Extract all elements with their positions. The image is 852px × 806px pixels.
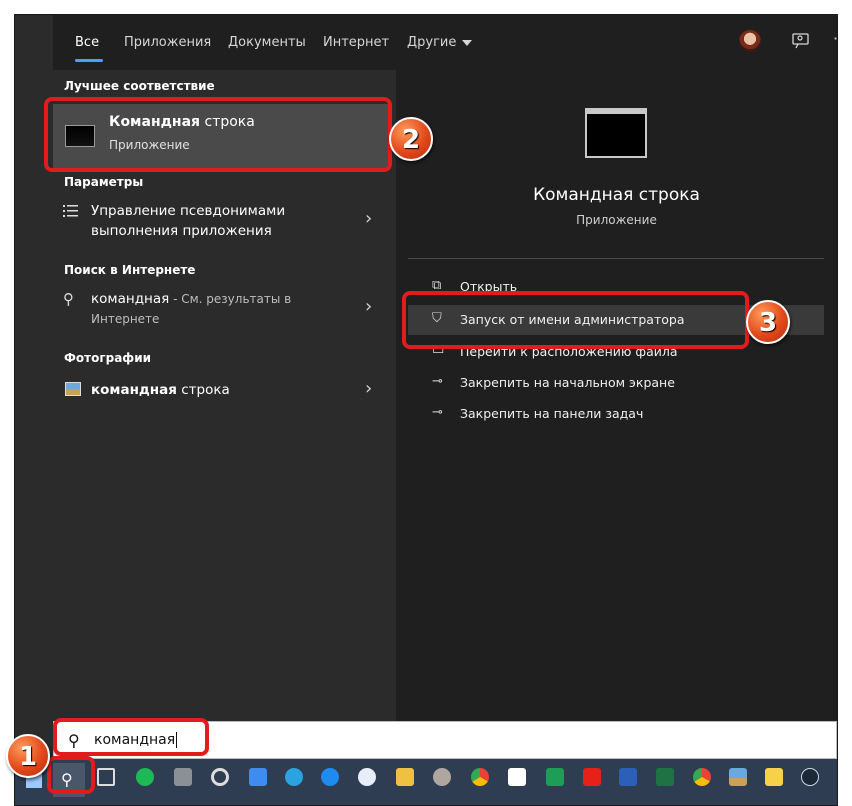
- youtube-icon[interactable]: [583, 768, 601, 786]
- chevron-right-icon[interactable]: ›: [365, 208, 372, 229]
- command-prompt-large-icon: [585, 108, 647, 158]
- task-view-icon[interactable]: [97, 768, 115, 786]
- chrome-icon[interactable]: [471, 768, 489, 786]
- photos-item-label: командная строка: [91, 382, 230, 398]
- divider: [408, 258, 824, 259]
- annotation-box-run-as-admin: [402, 291, 749, 349]
- photos-item[interactable]: командная строка ›: [53, 376, 388, 406]
- best-match-header: Лучшее соответствие: [64, 79, 215, 93]
- onedrive-icon[interactable]: [321, 768, 339, 786]
- action-pin-to-start[interactable]: ⊸ Закрепить на начальном экране: [408, 368, 824, 398]
- steam-icon[interactable]: [801, 768, 819, 786]
- step-badge-3: 3: [746, 300, 790, 344]
- annotation-box-best-match: [44, 97, 392, 172]
- sticky-icon[interactable]: [765, 768, 783, 786]
- step-badge-1: 1: [6, 734, 50, 778]
- settings-item-label: Управление псевдонимами выполнения прило…: [91, 203, 286, 239]
- tab-documents[interactable]: Документы: [228, 35, 306, 50]
- photos-header: Фотографии: [64, 351, 152, 365]
- edge-icon[interactable]: [211, 768, 229, 786]
- user-avatar[interactable]: [739, 30, 761, 52]
- more-options-icon[interactable]: ···: [833, 29, 837, 48]
- photos-icon[interactable]: [729, 768, 747, 786]
- calendar-icon[interactable]: [508, 768, 526, 786]
- annotation-box-search: [53, 718, 209, 756]
- excel-icon[interactable]: [656, 768, 674, 786]
- photo-icon: [65, 382, 81, 396]
- chevron-down-icon: [462, 39, 473, 46]
- settings-item[interactable]: Управление псевдонимами выполнения прило…: [53, 198, 388, 244]
- word-icon[interactable]: [619, 768, 637, 786]
- tab-all[interactable]: Все: [75, 35, 99, 50]
- tab-internet[interactable]: Интернет: [323, 35, 389, 50]
- tab-active-indicator: [75, 59, 103, 62]
- chrome-icon[interactable]: [693, 768, 711, 786]
- tab-apps[interactable]: Приложения: [124, 35, 211, 50]
- preview-subtitle: Приложение: [576, 213, 657, 227]
- pin-icon: ⊸: [432, 405, 443, 420]
- web-search-item[interactable]: ⚲ командная - См. результаты в Интернете…: [53, 286, 388, 332]
- annotation-box-search-button: [47, 756, 95, 794]
- taskbar: ⚲: [15, 759, 837, 805]
- preview-panel: Командная строка Приложение ⧉ Открыть ⛉ …: [396, 70, 837, 721]
- calculator-icon[interactable]: [174, 768, 192, 786]
- spotify-icon[interactable]: [136, 768, 154, 786]
- chevron-right-icon[interactable]: ›: [365, 378, 372, 399]
- chevron-right-icon[interactable]: ›: [365, 296, 372, 317]
- avatar-icon[interactable]: [433, 768, 451, 786]
- todo-icon[interactable]: [249, 768, 267, 786]
- step-badge-2: 2: [389, 117, 433, 161]
- tab-other[interactable]: Другие: [407, 35, 473, 50]
- list-icon: [63, 205, 78, 217]
- preview-title: Командная строка: [533, 185, 700, 205]
- action-pin-to-taskbar[interactable]: ⊸ Закрепить на панели задач: [408, 399, 824, 429]
- skype-icon[interactable]: [358, 768, 376, 786]
- settings-header: Параметры: [64, 175, 144, 189]
- tab-other-label: Другие: [407, 35, 457, 50]
- sheets-icon[interactable]: [546, 768, 564, 786]
- web-search-label: командная - См. результаты в Интернете: [91, 291, 292, 326]
- pin-icon: ⊸: [432, 374, 443, 389]
- web-search-header: Поиск в Интернете: [64, 263, 196, 277]
- feedback-icon[interactable]: [791, 32, 811, 50]
- search-icon: ⚲: [63, 290, 74, 308]
- telegram-icon[interactable]: [285, 768, 303, 786]
- explorer-icon[interactable]: [396, 768, 414, 786]
